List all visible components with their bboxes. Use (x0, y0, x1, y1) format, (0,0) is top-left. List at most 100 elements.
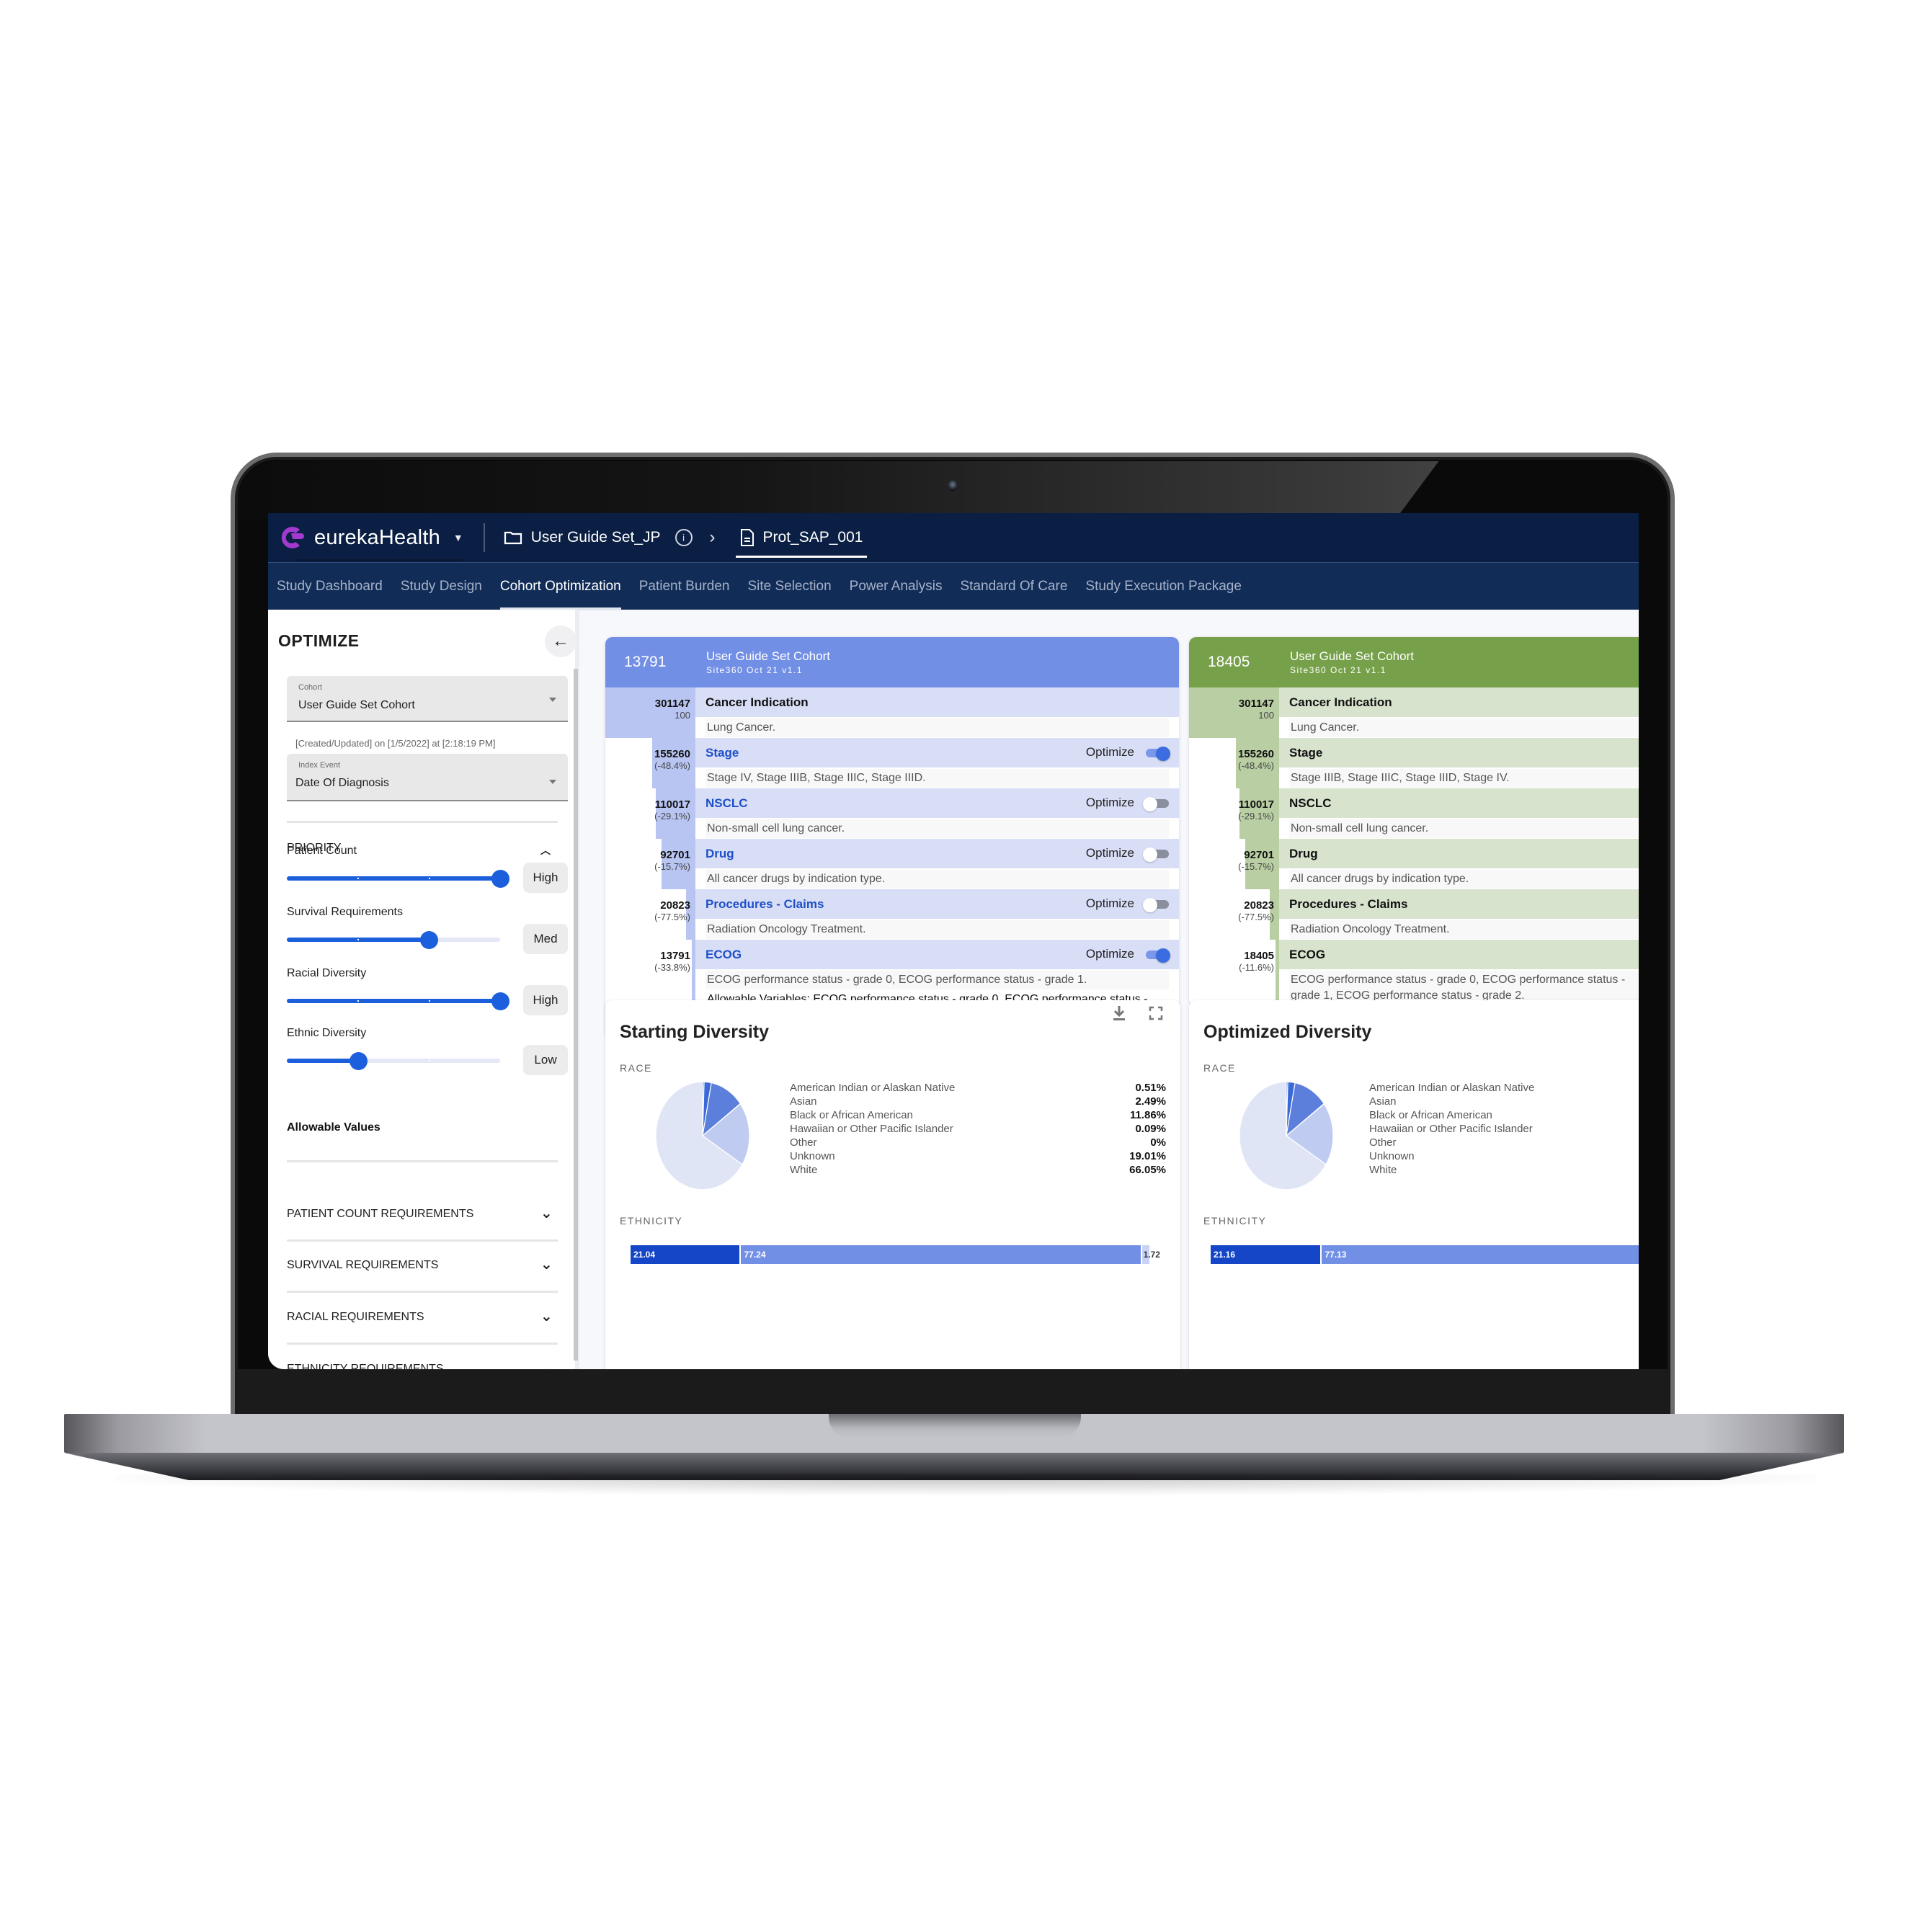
requirements-section-header[interactable]: ETHNICITY REQUIREMENTS (287, 1363, 444, 1369)
criterion-change-percent: 100 (675, 710, 690, 721)
ethnicity-segment[interactable]: 21.16 (1211, 1245, 1321, 1264)
criterion-patient-count: 20823 (1244, 899, 1274, 912)
divider (287, 1239, 558, 1242)
criterion-header[interactable]: NSCLC (1279, 788, 1639, 818)
chevron-down-icon[interactable]: ⌄ (540, 1257, 553, 1272)
tab-site-selection[interactable]: Site Selection (747, 563, 831, 610)
chevron-down-icon[interactable]: ⌄ (540, 1309, 553, 1324)
folder-icon (504, 531, 522, 545)
tab-study-execution-package[interactable]: Study Execution Package (1085, 563, 1242, 610)
requirements-section-header[interactable]: RACIAL REQUIREMENTS (287, 1311, 424, 1324)
back-arrow-icon[interactable]: ← (545, 626, 577, 657)
criterion-name: Procedures - Claims (1289, 896, 1408, 911)
priority-slider[interactable] (287, 992, 509, 1010)
requirements-section-header[interactable]: PATIENT COUNT REQUIREMENTS (287, 1208, 473, 1221)
download-icon[interactable] (1111, 1005, 1127, 1026)
legend-value: 19.01% (1129, 1150, 1166, 1162)
criterion-patient-count: 92701 (660, 849, 690, 861)
legend-item: Black or African American (790, 1109, 913, 1121)
optimize-control: Optimize (1086, 745, 1170, 761)
criterion-header[interactable]: Stage (1279, 738, 1639, 767)
optimize-toggle[interactable] (1143, 898, 1169, 912)
tab-study-dashboard[interactable]: Study Dashboard (277, 563, 383, 610)
slider-thumb[interactable] (420, 931, 439, 949)
ethnicity-segment[interactable]: 1.72 (1140, 1245, 1160, 1264)
chevron-down-icon[interactable]: ⌄ (540, 1206, 553, 1221)
ethnicity-segment[interactable]: 77.24 (739, 1245, 1141, 1264)
breadcrumb-document[interactable]: Prot_SAP_001 (735, 513, 868, 562)
criterion-count: 92701 (-15.7%) (605, 849, 690, 872)
optimize-toggle[interactable] (1143, 948, 1170, 963)
criterion-patient-count: 155260 (1237, 748, 1274, 760)
tab-patient-burden[interactable]: Patient Burden (639, 563, 730, 610)
criterion-change-percent: (-77.5%) (1238, 912, 1274, 922)
module-tabs: Study Dashboard Study Design Cohort Opti… (268, 562, 1639, 610)
optimize-toggle[interactable] (1143, 747, 1170, 761)
legend-item: White (1369, 1164, 1397, 1176)
optimize-toggle[interactable] (1143, 847, 1169, 862)
criterion-change-percent: (-33.8%) (654, 962, 690, 973)
fullscreen-icon[interactable] (1149, 1006, 1163, 1025)
cohort-patient-count: 13791 (624, 654, 667, 670)
criterion-row: Cancer Indication Lung Cancer. (695, 687, 1179, 738)
race-legend: American Indian or Alaskan Native Asian Bl… (790, 1081, 955, 1177)
ethnicity-segment[interactable]: 77.13 (1320, 1245, 1639, 1264)
slider-tick (428, 1000, 430, 1002)
criterion-change-percent: (-48.4%) (1238, 760, 1274, 771)
priority-slider[interactable] (287, 869, 509, 888)
criterion-header[interactable]: Drug (1279, 839, 1639, 868)
requirements-section-header[interactable]: SURVIVAL REQUIREMENTS (287, 1259, 438, 1272)
brand-dropdown-icon[interactable]: ▼ (453, 532, 463, 543)
legend-item: White (790, 1164, 818, 1176)
cohort-card-header: 18405 User Guide Set Cohort Site360 Oct 21… (1189, 637, 1639, 687)
priority-slider[interactable] (287, 1051, 500, 1070)
tab-standard-of-care[interactable]: Standard Of Care (960, 563, 1067, 610)
panel-scrollbar[interactable] (574, 669, 578, 1361)
priority-slider[interactable] (287, 930, 500, 949)
cohort-dataset: Site360 Oct 21 v1.1 (1290, 665, 1386, 675)
criterion-name: ECOG (1289, 947, 1326, 961)
legend-item: Hawaiian or Other Pacific Islander (790, 1123, 953, 1135)
criterion-header[interactable]: Cancer Indication (695, 687, 1179, 717)
info-icon[interactable]: i (675, 529, 693, 546)
optimize-label: Optimize (1085, 846, 1134, 860)
tab-study-design[interactable]: Study Design (401, 563, 482, 610)
criterion-header[interactable]: Drug Optimize (695, 839, 1179, 868)
criterion-header[interactable]: Procedures - Claims Optimize (695, 889, 1179, 919)
criterion-name: Stage (705, 745, 739, 760)
tab-cohort-optimization[interactable]: Cohort Optimization (499, 563, 621, 610)
optimize-toggle[interactable] (1143, 797, 1169, 811)
criterion-name: ECOG (705, 947, 742, 961)
divider (287, 1291, 558, 1293)
legend-item: Other (790, 1136, 817, 1149)
criterion-name: NSCLC (705, 796, 748, 810)
criterion-description: Stage IIIB, Stage IIIC, Stage IIID, Stag… (1289, 769, 1639, 788)
chevron-down-icon[interactable]: ⌄ (540, 1361, 553, 1369)
criterion-description: ECOG performance status - grade 0, ECOG … (705, 971, 1169, 989)
criterion-header[interactable]: Stage Optimize (695, 738, 1179, 767)
brand-name[interactable]: eurekaHealth (314, 526, 440, 550)
criterion-header[interactable]: ECOG (1279, 940, 1639, 969)
legend-value: 66.05% (1129, 1164, 1166, 1176)
ethnicity-segment-label: 21.16 (1214, 1250, 1236, 1260)
criterion-header[interactable]: ECOG Optimize (695, 940, 1179, 969)
eureka-logo-icon[interactable] (277, 523, 306, 552)
chevron-up-icon[interactable]: ︿ (540, 843, 551, 858)
slider-thumb[interactable] (491, 870, 509, 888)
ethnicity-segment-label: 77.24 (744, 1250, 766, 1260)
slider-thumb[interactable] (491, 992, 509, 1010)
race-pie-chart (655, 1081, 750, 1190)
race-legend: American Indian or Alaskan Native Asian Bl… (1369, 1081, 1534, 1177)
index-event-select[interactable]: Index Event Date Of Diagnosis (287, 754, 568, 801)
slider-thumb[interactable] (349, 1052, 368, 1070)
cohort-select[interactable]: Cohort User Guide Set Cohort (287, 676, 568, 722)
caret-down-icon (549, 698, 556, 702)
criterion-header[interactable]: Cancer Indication (1279, 687, 1639, 717)
criterion-header[interactable]: NSCLC Optimize (695, 788, 1179, 818)
breadcrumb-folder[interactable]: User Guide Set_JP (504, 529, 661, 546)
tab-power-analysis[interactable]: Power Analysis (850, 563, 943, 610)
criterion-header[interactable]: Procedures - Claims (1279, 889, 1639, 919)
legend-item: Unknown (1369, 1150, 1415, 1162)
criterion-description: Radiation Oncology Treatment. (705, 920, 1169, 939)
ethnicity-segment[interactable]: 21.04 (631, 1245, 740, 1264)
